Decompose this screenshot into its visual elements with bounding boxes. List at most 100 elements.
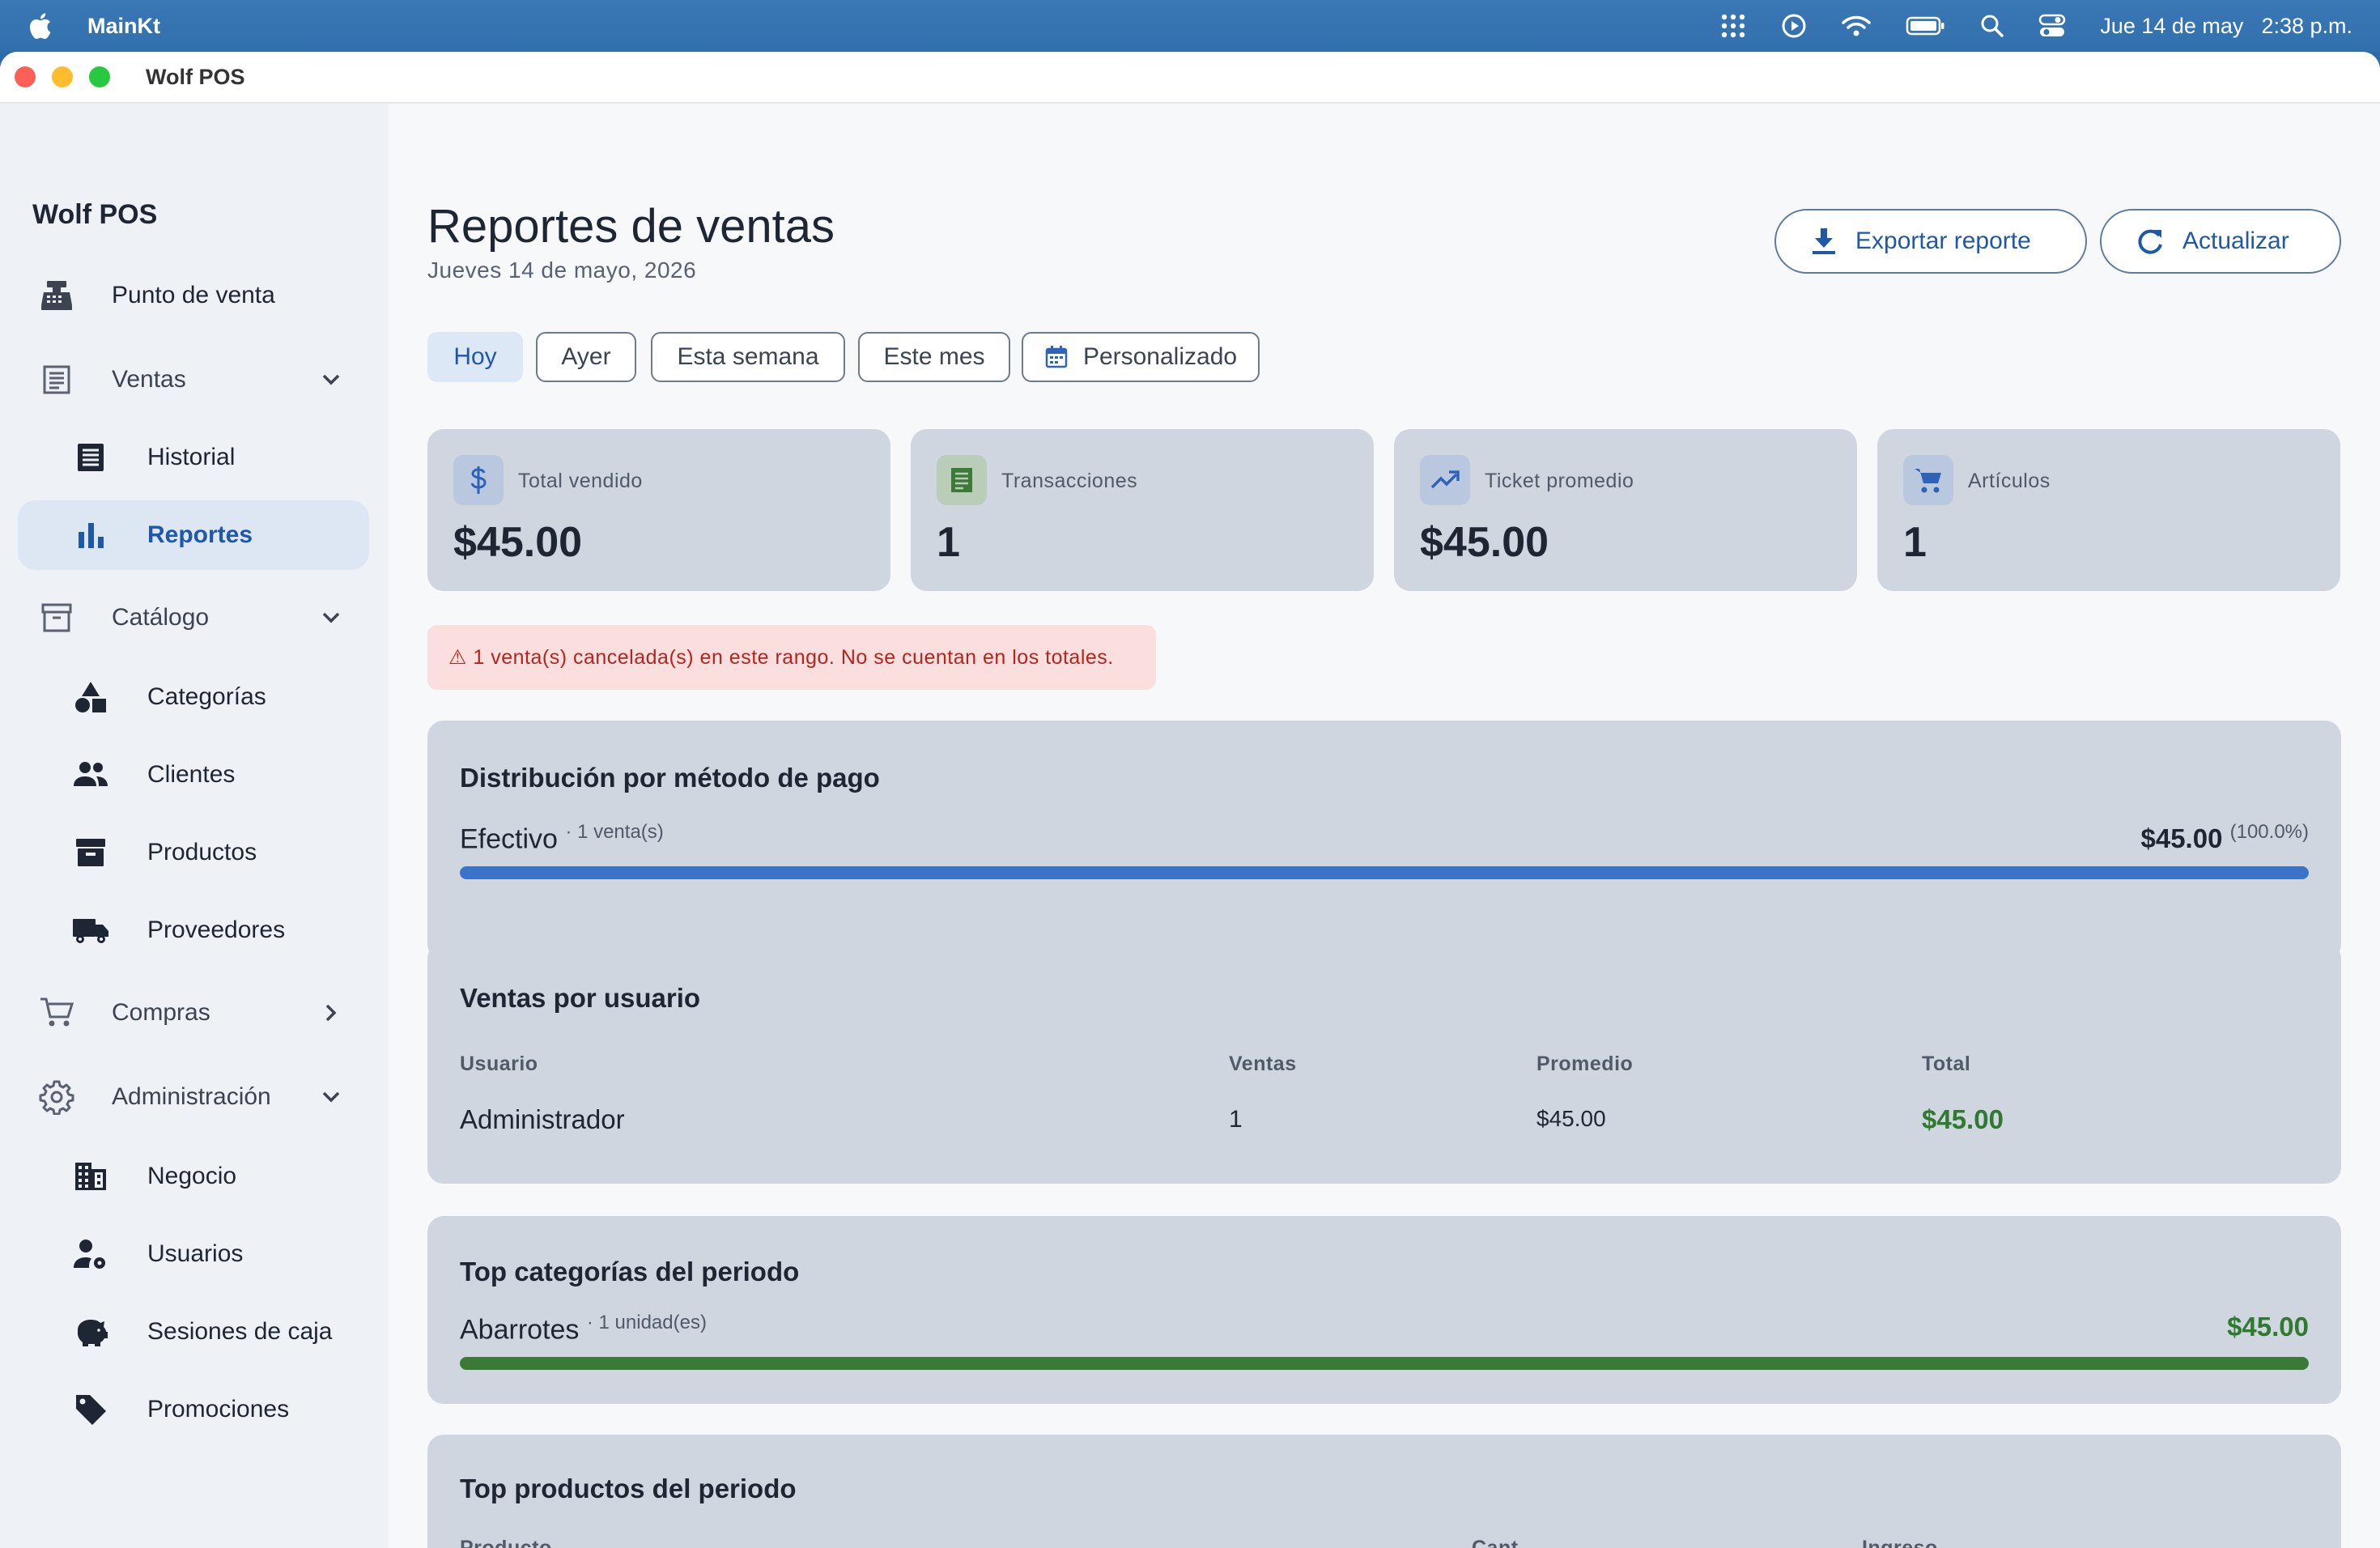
battery-icon[interactable]: [1906, 15, 1946, 36]
sidebar-item-productos[interactable]: Productos: [18, 818, 369, 887]
shopping-cart-icon: [37, 993, 76, 1032]
table-cell-sales: 1: [1229, 1106, 1243, 1133]
sidebar-item-categorias[interactable]: Categorías: [18, 662, 369, 732]
window-title: Wolf POS: [146, 64, 245, 89]
filter-chip-esta-semana[interactable]: Esta semana: [651, 332, 845, 382]
chevron-down-icon[interactable]: [317, 1083, 345, 1111]
top-products-panel: Top productos del periodo Producto Cant.…: [427, 1435, 2341, 1548]
category-bar: [460, 1357, 2309, 1370]
sidebar-brand: Wolf POS: [32, 199, 158, 230]
user-gear-icon: [71, 1235, 110, 1274]
receipt-icon: [71, 438, 110, 477]
sidebar-item-sesiones-de-caja[interactable]: Sesiones de caja: [18, 1297, 369, 1367]
sidebar-item-promociones[interactable]: Promociones: [18, 1375, 369, 1444]
sidebar-group-catalogo[interactable]: Catálogo: [18, 583, 369, 653]
inventory-box-icon: [71, 833, 110, 872]
sidebar-group-administracion[interactable]: Administración: [18, 1062, 369, 1132]
table-cell-user: Administrador: [460, 1104, 625, 1134]
active-app-name[interactable]: MainKt: [87, 14, 160, 39]
chevron-down-icon[interactable]: [317, 366, 345, 393]
menu-bar-clock[interactable]: Jue 14 de may 2:38 p.m.: [2100, 14, 2352, 39]
sidebar-item-historial[interactable]: Historial: [18, 423, 369, 492]
zoom-window-button[interactable]: [89, 66, 110, 87]
filter-chip-este-mes[interactable]: Este mes: [858, 332, 1010, 382]
sidebar-item-label: Promociones: [147, 1396, 290, 1423]
export-report-label: Exportar reporte: [1855, 228, 2031, 254]
play-circle-icon[interactable]: [1781, 13, 1807, 39]
stat-card-transacciones: Transacciones 1: [911, 429, 1374, 591]
filter-chip-personalizado[interactable]: Personalizado: [1022, 332, 1260, 382]
sidebar-item-clientes[interactable]: Clientes: [18, 740, 369, 810]
sidebar-group-compras[interactable]: Compras: [18, 978, 369, 1048]
sidebar-item-label: Usuarios: [147, 1240, 244, 1267]
table-cell-total: $45.00: [1922, 1104, 2004, 1134]
filter-chip-ayer[interactable]: Ayer: [536, 332, 636, 382]
tag-icon: [71, 1390, 110, 1429]
payment-method-row-label: Efectivo · 1 venta(s): [460, 821, 664, 855]
sidebar-item-label: Clientes: [147, 761, 236, 788]
cash-register-icon: [37, 276, 76, 315]
window-titlebar: Wolf POS: [0, 52, 2380, 104]
sidebar-item-usuarios[interactable]: Usuarios: [18, 1219, 369, 1289]
gear-icon: [37, 1078, 76, 1116]
people-icon: [71, 755, 110, 794]
column-header-ingreso: Ingreso: [1862, 1537, 1938, 1548]
panel-title: Distribución por método de pago: [460, 763, 880, 793]
sidebar-item-negocio[interactable]: Negocio: [18, 1142, 369, 1211]
panel-title: Top categorías del periodo: [460, 1257, 800, 1286]
sidebar-item-label: Administración: [112, 1083, 271, 1110]
apple-logo-icon[interactable]: [28, 10, 60, 42]
payment-method-amount-group: $45.00 (100.0%): [2141, 821, 2310, 854]
wifi-icon[interactable]: [1841, 14, 1872, 38]
stat-card-ticket-promedio: Ticket promedio $45.00: [1394, 429, 1857, 591]
stat-value: $45.00: [1420, 519, 1549, 566]
column-header-cant: Cant.: [1472, 1537, 1524, 1548]
column-header-total: Total: [1922, 1053, 1971, 1075]
sidebar-item-label: Proveedores: [147, 916, 286, 943]
spotlight-search-icon[interactable]: [1980, 14, 2004, 38]
category-name: Abarrotes: [460, 1314, 580, 1346]
sidebar-item-punto-de-venta[interactable]: Punto de venta: [18, 261, 369, 330]
filter-chip-label: Esta semana: [677, 343, 819, 370]
filter-chip-label: Ayer: [561, 343, 611, 370]
receipt-icon: [937, 455, 987, 505]
refresh-button[interactable]: Actualizar: [2100, 209, 2341, 274]
filter-chip-hoy[interactable]: Hoy: [427, 332, 523, 382]
filter-chip-label: Hoy: [453, 343, 497, 370]
minimize-window-button[interactable]: [52, 66, 73, 87]
sidebar-item-proveedores[interactable]: Proveedores: [18, 895, 369, 965]
export-report-button[interactable]: Exportar reporte: [1774, 209, 2087, 274]
truck-icon: [71, 911, 110, 950]
dollar-icon: [453, 455, 504, 505]
control-grid-icon[interactable]: [1719, 12, 1747, 40]
archive-box-icon: [37, 598, 76, 637]
top-categories-panel: Top categorías del periodo Abarrotes · 1…: [427, 1216, 2341, 1404]
sidebar-item-label: Productos: [147, 839, 257, 865]
sidebar-group-ventas[interactable]: Ventas: [18, 345, 369, 415]
category-row-label: Abarrotes · 1 unidad(es): [460, 1312, 707, 1346]
panel-title: Top productos del periodo: [460, 1474, 797, 1503]
sidebar-item-label: Reportes: [147, 521, 253, 548]
menu-bar-time: 2:38 p.m.: [2261, 13, 2352, 38]
close-window-button[interactable]: [15, 66, 36, 87]
payment-method-count: · 1 venta(s): [565, 821, 664, 843]
stat-label: Total vendido: [518, 470, 643, 492]
building-icon: [71, 1157, 110, 1196]
chevron-down-icon[interactable]: [317, 604, 345, 632]
control-center-icon[interactable]: [2038, 14, 2066, 38]
sidebar-item-reportes[interactable]: Reportes: [18, 500, 369, 570]
sidebar-item-label: Catálogo: [112, 604, 210, 631]
macos-menu-bar: MainKt Jue 14 de may 2:38 p.m.: [0, 0, 2380, 52]
column-header-promedio: Promedio: [1536, 1053, 1634, 1075]
piggy-bank-icon: [71, 1312, 110, 1351]
payment-method-bar: [460, 866, 2309, 879]
sales-by-user-panel: Ventas por usuario Usuario Ventas Promed…: [427, 942, 2341, 1184]
sidebar-item-label: Punto de venta: [112, 282, 275, 308]
shapes-icon: [71, 678, 110, 717]
table-cell-avg: $45.00: [1536, 1106, 1606, 1131]
filter-chip-label: Este mes: [883, 343, 985, 370]
sidebar-item-label: Historial: [147, 444, 236, 470]
stat-label: Artículos: [1968, 470, 2051, 492]
bar-chart-icon: [71, 516, 110, 555]
chevron-right-icon[interactable]: [317, 999, 345, 1027]
